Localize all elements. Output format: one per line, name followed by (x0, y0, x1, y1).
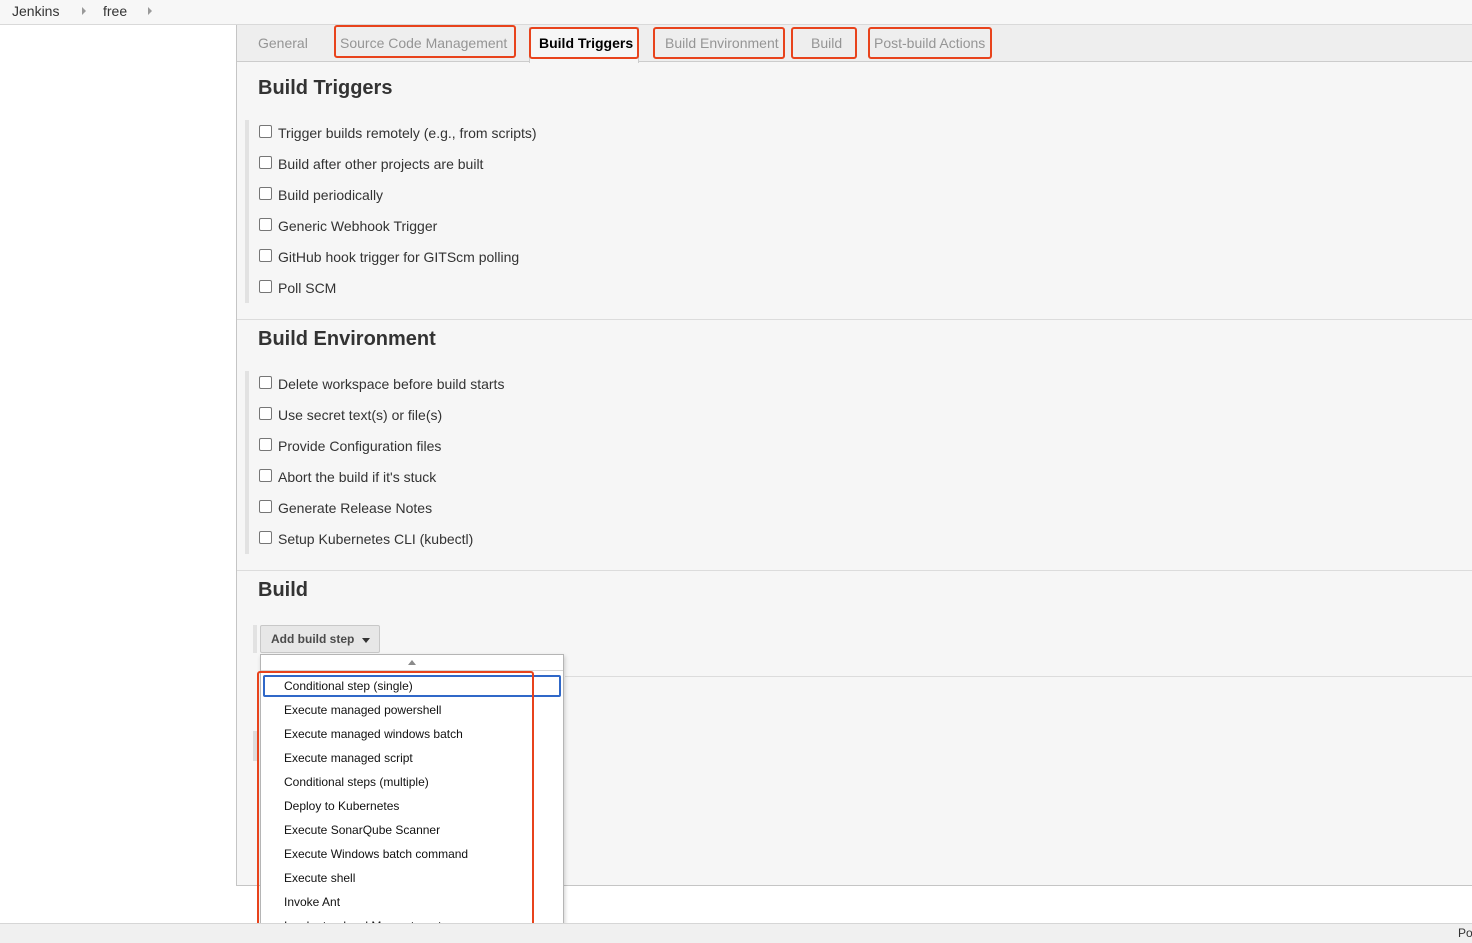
collapsed-section-handle (253, 731, 259, 761)
option-label: Delete workspace before build starts (278, 376, 505, 392)
section-title-build: Build (258, 579, 308, 601)
option-label: Build periodically (278, 187, 384, 203)
checkbox[interactable] (259, 124, 272, 138)
checkbox[interactable] (259, 248, 272, 262)
sidebar (0, 25, 236, 943)
checkbox[interactable] (259, 406, 272, 420)
tab-build[interactable]: Build (811, 35, 842, 52)
checkbox[interactable] (259, 499, 272, 513)
option-label: Poll SCM (278, 280, 337, 296)
option-build-after-other-projects[interactable]: Build after other projects are built (259, 154, 483, 174)
option-generate-release-notes[interactable]: Generate Release Notes (259, 498, 432, 518)
option-provide-configuration-files[interactable]: Provide Configuration files (259, 436, 441, 456)
menu-item-execute-sonarqube-scanner[interactable]: Execute SonarQube Scanner (263, 819, 561, 841)
build-environment-options: Delete workspace before build starts Use… (245, 371, 845, 554)
build-triggers-options: Trigger builds remotely (e.g., from scri… (245, 120, 845, 303)
checkbox[interactable] (259, 186, 272, 200)
option-label: Generic Webhook Trigger (278, 218, 438, 234)
checkbox[interactable] (259, 375, 272, 389)
breadcrumb-item-jenkins[interactable]: Jenkins (12, 3, 59, 20)
option-poll-scm[interactable]: Poll SCM (259, 278, 336, 298)
breadcrumb: Jenkins free (0, 0, 1472, 25)
menu-item-conditional-steps-multiple[interactable]: Conditional steps (multiple) (263, 771, 561, 793)
checkbox[interactable] (259, 217, 272, 231)
add-build-step-button[interactable]: Add build step (260, 625, 380, 653)
option-label: Abort the build if it's stuck (278, 469, 437, 485)
tab-general[interactable]: General (258, 35, 308, 52)
menu-item-conditional-step-single[interactable]: Conditional step (single) (263, 675, 561, 697)
checkbox[interactable] (259, 155, 272, 169)
tab-build-triggers[interactable]: Build Triggers (539, 35, 633, 52)
option-label: GitHub hook trigger for GITScm polling (278, 249, 520, 265)
option-build-periodically[interactable]: Build periodically (259, 185, 383, 205)
menu-item-execute-managed-windows-batch[interactable]: Execute managed windows batch (263, 723, 561, 745)
tab-source-code-management[interactable]: Source Code Management (340, 35, 507, 52)
section-title-build-environment: Build Environment (258, 328, 436, 350)
menu-scroll-up[interactable] (261, 655, 563, 671)
tab-build-environment[interactable]: Build Environment (665, 35, 779, 52)
option-trigger-remotely[interactable]: Trigger builds remotely (e.g., from scri… (259, 123, 537, 143)
section-title-build-triggers: Build Triggers (258, 77, 393, 99)
footer-strip (0, 923, 1472, 943)
chevron-right-icon (82, 7, 86, 15)
menu-item-execute-managed-powershell[interactable]: Execute managed powershell (263, 699, 561, 721)
caret-up-icon (408, 660, 416, 665)
option-label: Build after other projects are built (278, 156, 484, 172)
option-label: Generate Release Notes (278, 500, 433, 516)
menu-item-execute-managed-script[interactable]: Execute managed script (263, 747, 561, 769)
option-label: Setup Kubernetes CLI (kubectl) (278, 531, 474, 547)
option-abort-if-stuck[interactable]: Abort the build if it's stuck (259, 467, 436, 487)
add-build-step-label: Add build step (271, 632, 355, 646)
section-divider (237, 570, 1472, 571)
chevron-right-icon[interactable] (148, 7, 152, 15)
section-divider (237, 319, 1472, 320)
tab-bar: General Source Code Management Build Tri… (237, 25, 1472, 63)
option-github-hook-trigger[interactable]: GitHub hook trigger for GITScm polling (259, 247, 519, 267)
option-use-secret-text[interactable]: Use secret text(s) or file(s) (259, 405, 442, 425)
caret-down-icon (362, 638, 370, 643)
checkbox[interactable] (259, 279, 272, 293)
menu-item-deploy-to-kubernetes[interactable]: Deploy to Kubernetes (263, 795, 561, 817)
option-delete-workspace[interactable]: Delete workspace before build starts (259, 374, 504, 394)
tab-post-build-actions[interactable]: Post-build Actions (874, 35, 985, 52)
checkbox[interactable] (259, 437, 272, 451)
menu-item-execute-shell[interactable]: Execute shell (263, 867, 561, 889)
breadcrumb-item-free[interactable]: free (103, 3, 127, 20)
option-setup-kubernetes-cli[interactable]: Setup Kubernetes CLI (kubectl) (259, 529, 473, 549)
checkbox[interactable] (259, 530, 272, 544)
checkbox[interactable] (259, 468, 272, 482)
option-label: Use secret text(s) or file(s) (278, 407, 443, 423)
option-label: Trigger builds remotely (e.g., from scri… (278, 125, 537, 141)
add-build-step-menu: Conditional step (single) Execute manage… (260, 654, 564, 943)
option-label: Provide Configuration files (278, 438, 442, 454)
menu-item-execute-windows-batch-command[interactable]: Execute Windows batch command (263, 843, 561, 865)
menu-item-invoke-ant[interactable]: Invoke Ant (263, 891, 561, 913)
section-divider (565, 676, 1472, 677)
footer-edge-text: Po (1458, 926, 1472, 940)
option-generic-webhook-trigger[interactable]: Generic Webhook Trigger (259, 216, 437, 236)
